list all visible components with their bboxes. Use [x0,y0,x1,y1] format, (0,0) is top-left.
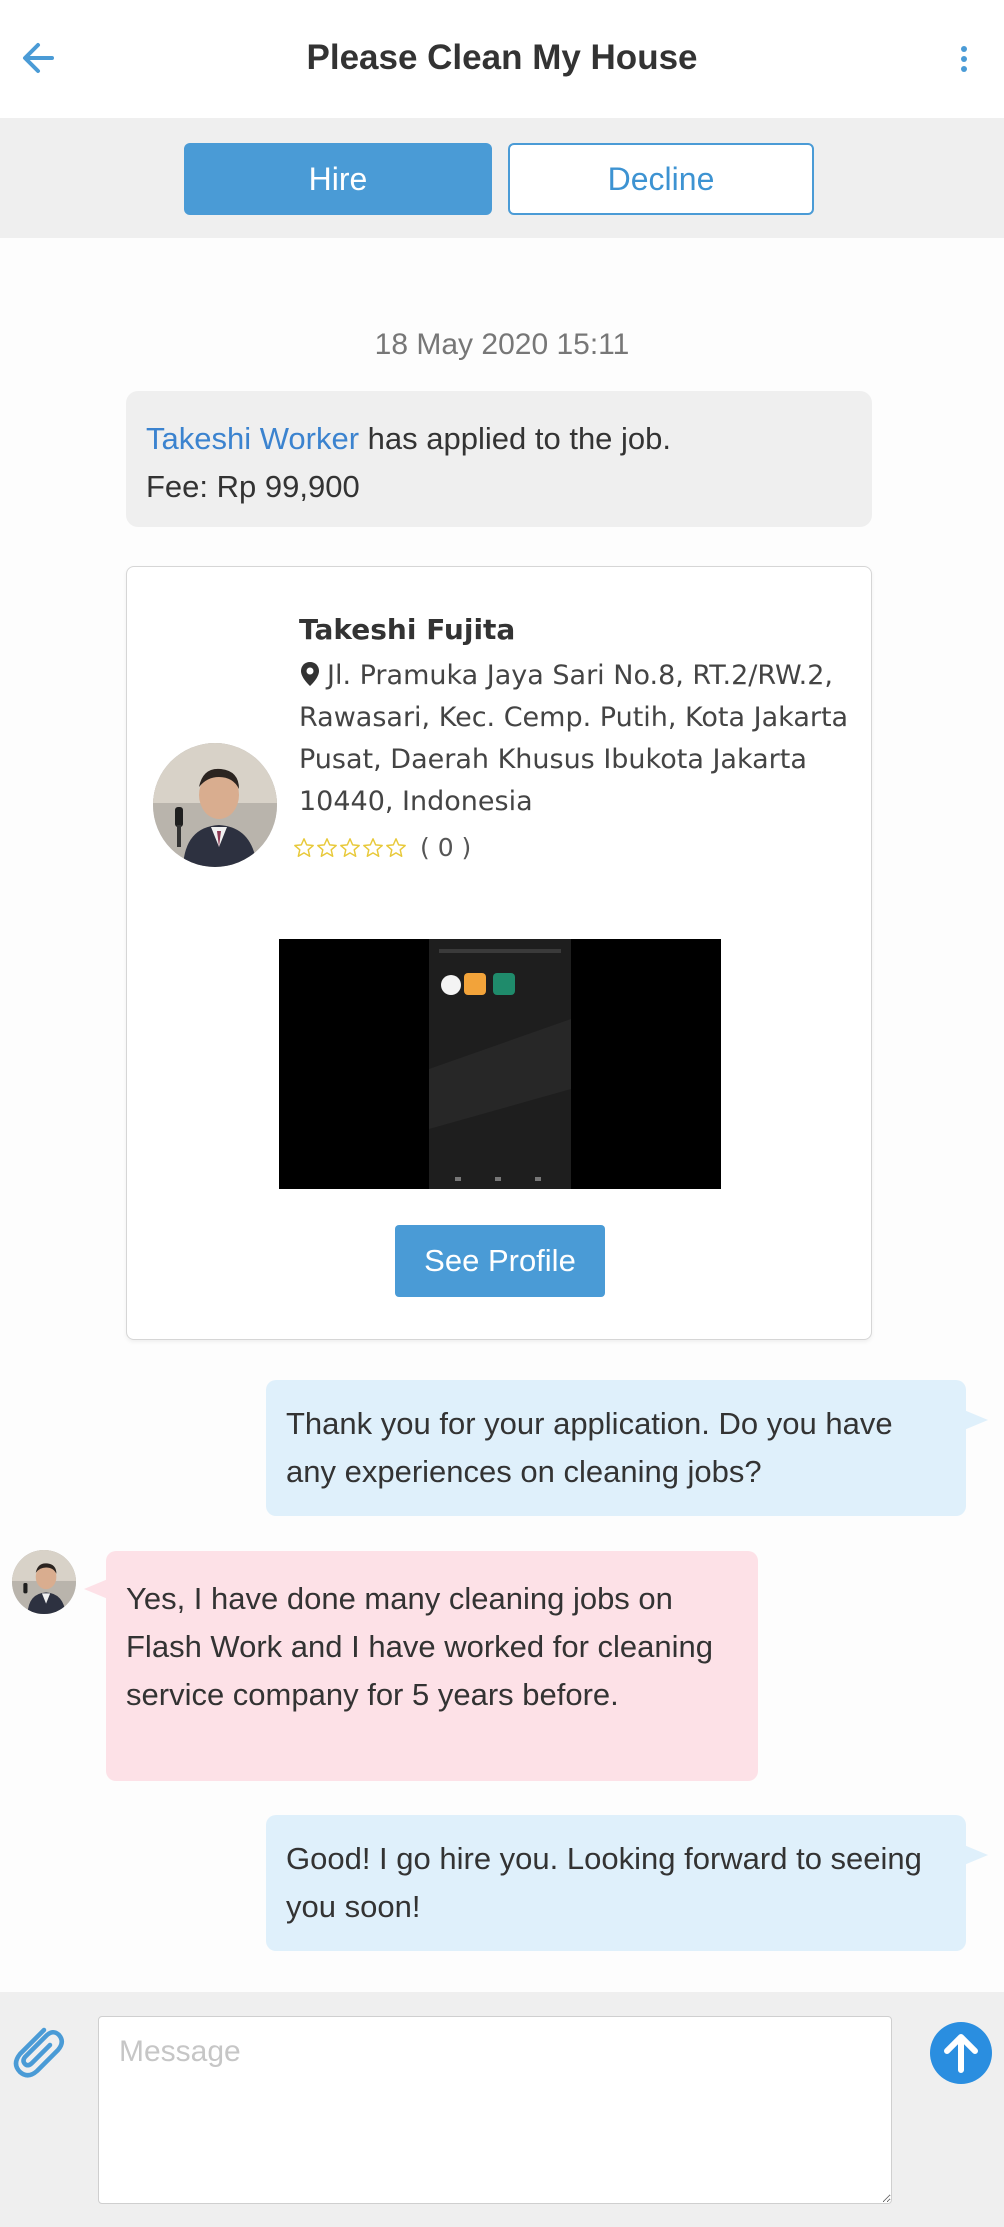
more-options-button[interactable] [954,40,974,80]
sender-avatar[interactable] [12,1550,76,1614]
application-line: Takeshi Worker has applied to the job. [146,415,852,463]
attach-button[interactable] [4,2012,70,2084]
arrow-up-circle-icon [930,2022,992,2084]
star-outline-icon [386,837,406,857]
action-bar: Hire Decline [0,118,1004,238]
chat-message-incoming: Yes, I have done many cleaning jobs on F… [84,1551,758,1781]
map-pin-icon [301,662,319,686]
vertical-dots-icon [961,46,967,72]
avatar [153,743,277,867]
top-header: Please Clean My House [0,0,1004,118]
see-profile-button[interactable]: See Profile [395,1225,605,1297]
message-text: Thank you for your application. Do you h… [286,1406,893,1489]
worker-profile-card: Takeshi Fujita Jl. Pramuka Jaya Sari No.… [126,566,872,1340]
rating-stars [293,837,408,859]
hire-button[interactable]: Hire [184,143,492,215]
fee-text: Fee: Rp 99,900 [146,469,360,504]
application-text: has applied to the job. [359,421,672,456]
worker-name: Takeshi Fujita [299,613,516,646]
star-outline-icon [363,837,383,857]
paperclip-icon [13,2027,64,2078]
star-outline-icon [340,837,360,857]
worker-address: Jl. Pramuka Jaya Sari No.8, RT.2/RW.2, R… [299,655,849,823]
message-composer [0,1992,1004,2227]
star-outline-icon [317,837,337,857]
page-title: Please Clean My House [306,38,698,77]
chat-message-outgoing: Thank you for your application. Do you h… [266,1380,988,1516]
decline-button[interactable]: Decline [508,143,814,215]
rating-count: ( 0 ) [420,833,472,862]
message-text: Good! I go hire you. Looking forward to … [286,1841,922,1924]
message-input[interactable] [98,2016,892,2204]
worker-name-link[interactable]: Takeshi Worker [146,421,359,456]
rating: ( 0 ) [293,833,471,862]
address-text: Jl. Pramuka Jaya Sari No.8, RT.2/RW.2, R… [299,660,849,817]
star-outline-icon [294,837,314,857]
message-text: Yes, I have done many cleaning jobs on F… [126,1581,714,1712]
system-message: Takeshi Worker has applied to the job. F… [126,391,872,527]
send-button[interactable] [928,2020,994,2086]
chat-message-outgoing: Good! I go hire you. Looking forward to … [266,1815,988,1951]
intro-video[interactable] [279,939,721,1189]
chat-timestamp: 18 May 2020 15:11 [374,328,630,361]
